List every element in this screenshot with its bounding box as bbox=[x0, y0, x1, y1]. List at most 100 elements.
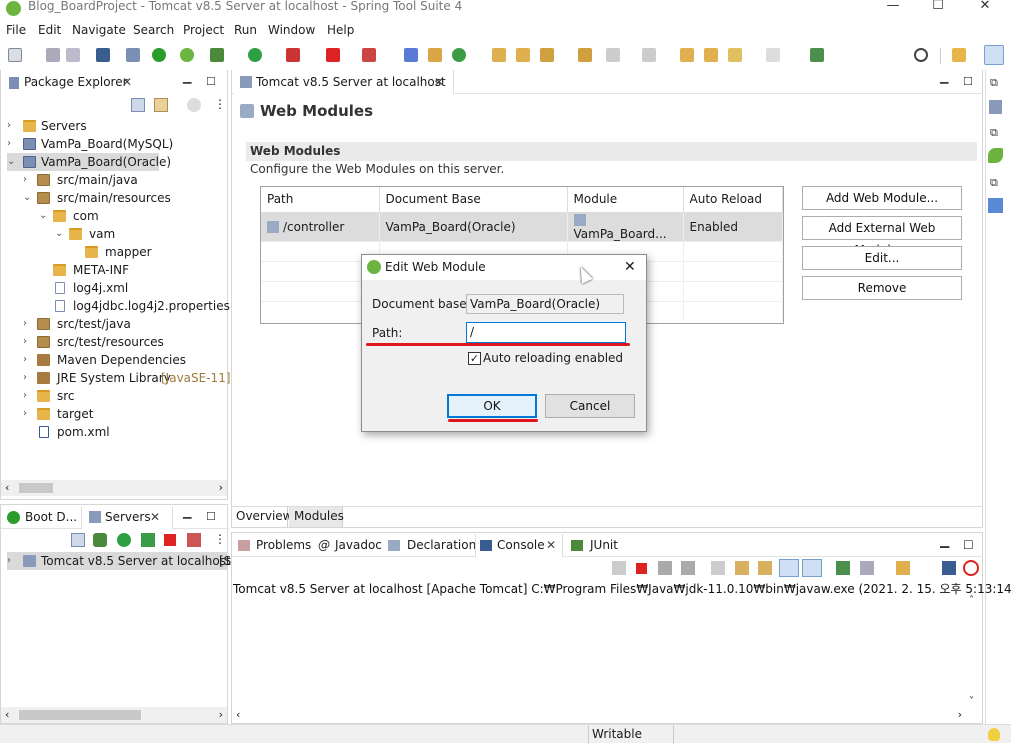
dialog-close-icon[interactable]: ✕ bbox=[624, 259, 636, 275]
tab-modules[interactable]: Modules bbox=[294, 509, 344, 523]
new-class-icon[interactable] bbox=[452, 48, 466, 62]
collapse-all-icon[interactable] bbox=[71, 533, 85, 547]
tab-declaration[interactable]: Declaration bbox=[407, 538, 476, 552]
tree-item-meta-inf[interactable]: META-INF bbox=[53, 261, 203, 279]
lightbulb-icon[interactable] bbox=[988, 728, 1000, 741]
boot-dashboard-icon[interactable] bbox=[152, 48, 166, 62]
minimize-view-icon[interactable]: ▁ bbox=[183, 506, 191, 519]
last-edit-icon[interactable] bbox=[680, 48, 694, 62]
menu-navigate[interactable]: Navigate bbox=[72, 23, 126, 37]
menu-search[interactable]: Search bbox=[133, 23, 174, 37]
vertical-scrollbar[interactable]: ˄ ˅ bbox=[967, 595, 981, 707]
tree-item-mapper[interactable]: mapper bbox=[85, 243, 205, 261]
external-tool-icon[interactable] bbox=[810, 48, 824, 62]
restore-icon[interactable]: ⧉ bbox=[990, 126, 998, 140]
horizontal-scrollbar[interactable]: ‹ › bbox=[1, 480, 227, 496]
word-wrap-icon[interactable] bbox=[758, 561, 772, 575]
tree-item-project-oracle[interactable]: ⌄ VamPa_Board(Oracle) bbox=[7, 153, 171, 171]
close-icon[interactable]: ✕ bbox=[546, 538, 556, 552]
search-icon[interactable] bbox=[914, 48, 928, 62]
horizontal-scrollbar[interactable]: ‹ › bbox=[1, 707, 227, 723]
pin-console-icon[interactable] bbox=[836, 561, 850, 575]
forward-icon[interactable] bbox=[766, 48, 780, 62]
new-server-icon[interactable] bbox=[404, 48, 418, 62]
tree-item-src-test-resources[interactable]: › src/test/resources bbox=[23, 333, 213, 351]
back-icon[interactable] bbox=[728, 48, 742, 62]
minimize-button[interactable]: — bbox=[884, 0, 902, 14]
display-console-icon[interactable] bbox=[860, 561, 874, 575]
save-icon[interactable] bbox=[46, 48, 60, 62]
path-input[interactable]: / bbox=[466, 322, 626, 343]
server-item[interactable]: › Tomcat v8.5 Server at localhost [S bbox=[7, 552, 231, 570]
minimize-view-icon[interactable]: ▁ bbox=[940, 534, 949, 548]
tree-item-project-mysql[interactable]: › VamPa_Board(MySQL) bbox=[7, 135, 217, 153]
new-icon[interactable] bbox=[8, 48, 22, 62]
publish-icon[interactable] bbox=[187, 533, 201, 547]
ant-icon[interactable] bbox=[963, 560, 979, 576]
minimize-view-icon[interactable]: ▁ bbox=[183, 71, 191, 84]
close-button[interactable]: ✕ bbox=[976, 0, 994, 14]
column-header[interactable]: Path bbox=[261, 187, 380, 213]
link-editor-icon[interactable] bbox=[154, 98, 168, 112]
stop-server-icon[interactable] bbox=[164, 534, 176, 546]
minimize-view-icon[interactable]: ▁ bbox=[940, 71, 948, 84]
add-web-module-button[interactable]: Add Web Module... bbox=[802, 186, 962, 210]
restore-icon[interactable]: ⧉ bbox=[990, 76, 998, 90]
remove-launch-icon[interactable] bbox=[658, 561, 672, 575]
column-header[interactable]: Document Base bbox=[379, 187, 568, 213]
tree-item-vam[interactable]: ⌄ vam bbox=[55, 225, 205, 243]
open-perspective-icon[interactable] bbox=[952, 48, 966, 62]
tab-junit[interactable]: JUnit bbox=[590, 538, 618, 552]
maximize-view-icon[interactable]: ☐ bbox=[206, 510, 216, 523]
terminate-icon[interactable] bbox=[636, 563, 647, 574]
stop-icon[interactable] bbox=[326, 48, 340, 62]
console-toolbar-icon[interactable] bbox=[612, 561, 626, 575]
open-type-icon[interactable] bbox=[492, 48, 506, 62]
close-icon[interactable]: ✕ bbox=[434, 75, 444, 89]
debug-icon[interactable] bbox=[210, 48, 224, 62]
launch-icon[interactable] bbox=[362, 48, 376, 62]
tree-item-src-main-java[interactable]: › src/main/java bbox=[23, 171, 213, 189]
tree-item-servers[interactable]: › Servers bbox=[7, 117, 217, 135]
menu-project[interactable]: Project bbox=[183, 23, 224, 37]
tree-item-maven-dependencies[interactable]: › Maven Dependencies bbox=[23, 351, 213, 369]
cancel-button[interactable]: Cancel bbox=[545, 394, 635, 418]
profile-server-icon[interactable] bbox=[141, 533, 155, 547]
console-settings-icon[interactable] bbox=[942, 561, 956, 575]
tab-problems[interactable]: Problems bbox=[256, 538, 311, 552]
scroll-lock-icon[interactable] bbox=[735, 561, 749, 575]
run-icon[interactable] bbox=[248, 48, 262, 62]
tree-item-src[interactable]: › src bbox=[23, 387, 213, 405]
maximize-view-icon[interactable]: ☐ bbox=[206, 75, 216, 88]
menu-run[interactable]: Run bbox=[234, 23, 257, 37]
save-all-icon[interactable] bbox=[66, 48, 80, 62]
restore-icon[interactable]: ⧉ bbox=[990, 176, 998, 190]
clear-console-icon[interactable] bbox=[711, 561, 725, 575]
menu-help[interactable]: Help bbox=[327, 23, 354, 37]
close-icon[interactable]: ✕ bbox=[122, 75, 132, 89]
skip-breakpoints-icon[interactable] bbox=[126, 48, 140, 62]
run-external-icon[interactable] bbox=[286, 48, 300, 62]
add-external-web-module-button[interactable]: Add External Web Module... bbox=[802, 216, 962, 257]
column-header[interactable]: Module bbox=[567, 187, 684, 213]
editor-tab-title[interactable]: Tomcat v8.5 Server at localhost bbox=[256, 75, 446, 89]
view-menu-icon[interactable]: ⋮ bbox=[214, 97, 226, 111]
package-explorer-tab[interactable]: Package Explorer bbox=[24, 75, 128, 89]
spring-explorer-icon[interactable] bbox=[988, 148, 1003, 163]
new-package-icon[interactable] bbox=[428, 48, 442, 62]
show-stderr-icon[interactable] bbox=[802, 559, 822, 577]
close-icon[interactable]: ✕ bbox=[150, 510, 160, 524]
tree-item-target[interactable]: › target bbox=[23, 405, 213, 423]
horizontal-scrollbar[interactable]: ‹ › bbox=[232, 707, 966, 723]
open-task-icon[interactable] bbox=[516, 48, 530, 62]
show-stdout-icon[interactable] bbox=[779, 559, 799, 577]
maximize-button[interactable]: ☐ bbox=[929, 0, 947, 14]
tab-boot-dashboard[interactable]: Boot D... bbox=[25, 510, 77, 524]
task-list-icon[interactable] bbox=[988, 198, 1003, 213]
java-perspective-icon[interactable] bbox=[984, 45, 1004, 65]
tree-item-com[interactable]: ⌄ com bbox=[39, 207, 209, 225]
tab-console[interactable]: Console bbox=[497, 538, 545, 552]
edit-button[interactable]: Edit... bbox=[802, 246, 962, 270]
ok-button[interactable]: OK bbox=[447, 394, 537, 418]
remove-button[interactable]: Remove bbox=[802, 276, 962, 300]
